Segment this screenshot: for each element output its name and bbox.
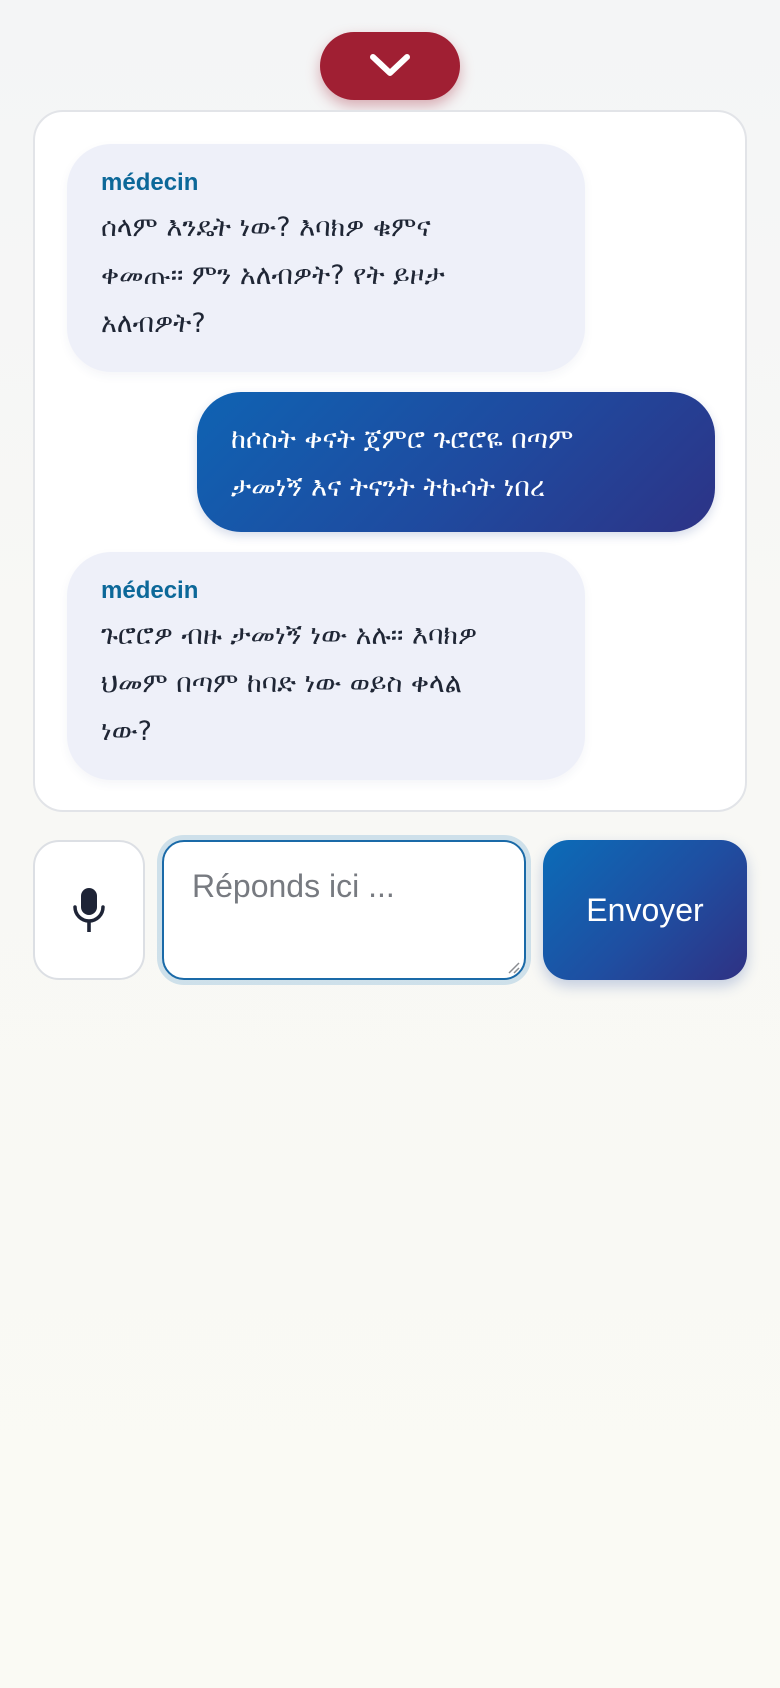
message-line: ታመነኝ እና ትናንት ትኩሳት ነበረ [231, 472, 545, 503]
chat-panel: médecin ሰላም እንዴት ነው? እባክዎ ቁምና ቀመጡ። ምን አለ… [33, 110, 747, 812]
message-line: አለብዎት? [101, 308, 206, 339]
message-text: ከሶስት ቀናት ጀምሮ ጉሮሮዬ በጣም ታመነኝ እና ትናንት ትኩሳት … [231, 416, 681, 512]
microphone-icon [73, 888, 105, 932]
resize-handle-icon[interactable] [506, 960, 520, 974]
message-line: ሰላም እንዴት ነው? እባክዎ ቁምና [101, 212, 431, 243]
reply-input[interactable] [162, 840, 526, 980]
send-button[interactable]: Envoyer [543, 840, 747, 980]
message-doctor: médecin ጉሮሮዎ ብዙ ታመነኝ ነው አሉ። እባክዎ ህመም በጣም… [67, 552, 585, 780]
message-line: ህመም በጣም ከባድ ነው ወይስ ቀላል [101, 668, 462, 699]
sender-label: médecin [101, 577, 199, 604]
message-line: ቀመጡ። ምን አለብዎት? የት ይዞታ [101, 260, 445, 291]
sender-label: médecin [101, 169, 199, 196]
message-doctor: médecin ሰላም እንዴት ነው? እባክዎ ቁምና ቀመጡ። ምን አለ… [67, 144, 585, 372]
chevron-down-icon [370, 54, 410, 76]
message-text: ሰላም እንዴት ነው? እባክዎ ቁምና ቀመጡ። ምን አለብዎት? የት … [101, 204, 551, 348]
message-line: ነው? [101, 716, 152, 747]
message-patient: ከሶስት ቀናት ጀምሮ ጉሮሮዬ በጣም ታመነኝ እና ትናንት ትኩሳት … [197, 392, 715, 532]
message-text: ጉሮሮዎ ብዙ ታመነኝ ነው አሉ። እባክዎ ህመም በጣም ከባድ ነው … [101, 612, 551, 756]
microphone-button[interactable] [33, 840, 145, 980]
collapse-chat-button[interactable] [320, 32, 460, 100]
message-line: ጉሮሮዎ ብዙ ታመነኝ ነው አሉ። እባክዎ [101, 620, 478, 651]
message-line: ከሶስት ቀናት ጀምሮ ጉሮሮዬ በጣም [231, 424, 574, 455]
